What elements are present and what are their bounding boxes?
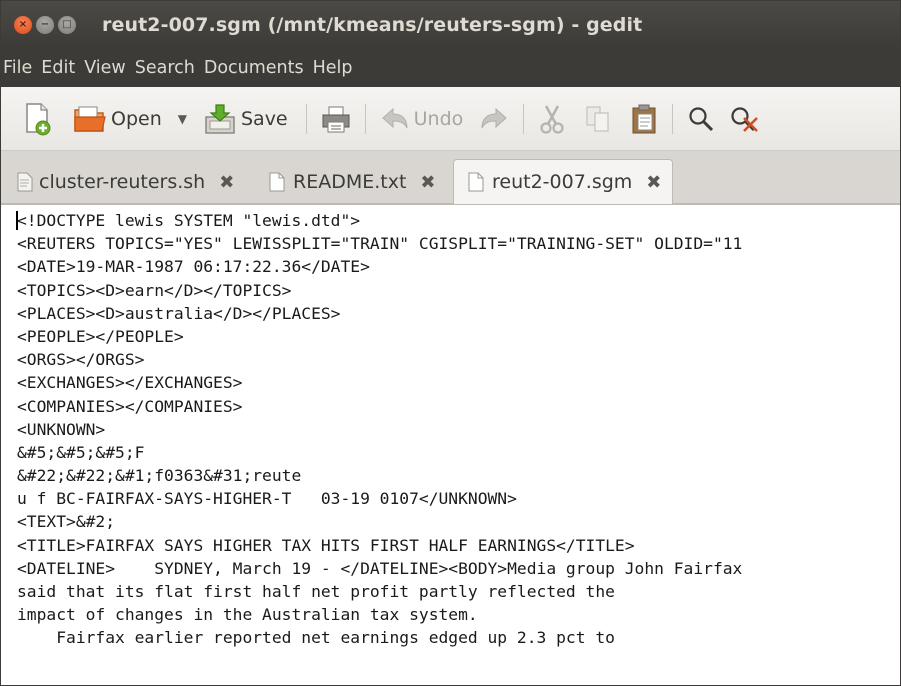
paste-button[interactable] — [630, 97, 658, 141]
menu-file[interactable]: File — [3, 58, 32, 78]
undo-button[interactable]: Undo — [380, 97, 464, 141]
window-title: reut2-007.sgm (/mnt/kmeans/reuters-sgm) … — [102, 14, 643, 36]
search-button[interactable] — [687, 97, 715, 141]
save-icon — [205, 103, 235, 134]
editor-line: <DATE>19-MAR-1987 06:17:22.36</DATE> — [17, 257, 370, 277]
editor-line: <REUTERS TOPICS="YES" LEWISSPLIT="TRAIN"… — [17, 234, 743, 254]
menu-view[interactable]: View — [84, 58, 126, 78]
tab-bar: cluster-reuters.sh ✖ README.txt ✖ reut2-… — [1, 151, 900, 204]
toolbar-separator — [364, 103, 366, 134]
editor-line: &#5;&#5;&#5;F — [17, 442, 145, 462]
toolbar: Open ▼ Save Undo — [1, 87, 900, 151]
text-editor[interactable]: <!DOCTYPE lewis SYSTEM "lewis.dtd"> <REU… — [1, 204, 900, 685]
search-icon — [689, 106, 714, 131]
editor-line: <EXCHANGES></EXCHANGES> — [17, 373, 243, 393]
title-bar[interactable]: × − □ reut2-007.sgm (/mnt/kmeans/reuters… — [1, 1, 900, 49]
replace-icon — [731, 106, 759, 132]
close-tab-icon[interactable]: ✖ — [646, 172, 661, 193]
maximize-window-icon[interactable]: □ — [58, 16, 76, 34]
editor-line: <UNKNOWN> — [17, 419, 106, 439]
editor-line: &#22;&#22;&#1;f0363&#31;reute — [17, 466, 302, 486]
copy-button[interactable] — [584, 97, 612, 141]
text-file-icon — [468, 172, 484, 192]
print-button[interactable] — [321, 97, 351, 141]
window-controls: × − □ — [14, 16, 80, 34]
menu-edit[interactable]: Edit — [41, 58, 75, 78]
undo-button-label: Undo — [413, 107, 464, 130]
editor-line: <ORGS></ORGS> — [17, 350, 145, 370]
copy-icon — [586, 106, 609, 131]
open-button[interactable]: Open — [73, 97, 162, 141]
editor-content: <!DOCTYPE lewis SYSTEM "lewis.dtd"> <REU… — [1, 205, 900, 650]
editor-line: <PEOPLE></PEOPLE> — [17, 326, 184, 346]
tab-label: cluster-reuters.sh — [39, 171, 206, 193]
save-button-label: Save — [240, 107, 288, 130]
print-icon — [322, 106, 350, 132]
close-tab-icon[interactable]: ✖ — [219, 172, 234, 193]
menu-help[interactable]: Help — [313, 58, 353, 78]
replace-button[interactable] — [729, 97, 759, 141]
paste-icon — [632, 104, 656, 133]
dropdown-arrow-icon: ▼ — [177, 111, 187, 126]
redo-icon — [481, 107, 508, 128]
toolbar-separator — [672, 103, 674, 134]
editor-line: Fairfax earlier reported net earnings ed… — [17, 628, 615, 648]
editor-line: <TEXT>&#2; — [17, 512, 116, 532]
open-button-label: Open — [111, 107, 162, 130]
open-folder-icon — [74, 106, 106, 132]
menu-bar: File Edit View Search Documents Help — [1, 49, 900, 87]
editor-line: <!DOCTYPE lewis SYSTEM "lewis.dtd"> — [17, 211, 361, 230]
toolbar-separator — [523, 103, 525, 134]
editor-line: impact of changes in the Australian tax … — [17, 605, 478, 625]
save-button[interactable]: Save — [203, 97, 288, 141]
close-window-icon[interactable]: × — [14, 16, 32, 34]
tab-readme[interactable]: README.txt ✖ — [255, 160, 451, 204]
tab-reut2-007[interactable]: reut2-007.sgm ✖ — [453, 159, 673, 204]
editor-line: <TOPICS><D>earn</D></TOPICS> — [17, 280, 292, 300]
open-dropdown-button[interactable]: ▼ — [178, 97, 187, 141]
editor-line: <DATELINE> SYDNEY, March 19 - </DATELINE… — [17, 558, 743, 578]
editor-line: <COMPANIES></COMPANIES> — [17, 396, 243, 416]
text-file-icon — [269, 172, 285, 192]
new-document-icon — [26, 102, 51, 135]
tab-label: README.txt — [293, 171, 407, 193]
redo-button[interactable] — [479, 97, 509, 141]
editor-line: <TITLE>FAIRFAX SAYS HIGHER TAX HITS FIRS… — [17, 535, 635, 555]
editor-line: said that its flat first half net profit… — [17, 582, 615, 601]
menu-documents[interactable]: Documents — [204, 58, 304, 78]
tab-cluster-reuters[interactable]: cluster-reuters.sh ✖ — [3, 160, 255, 204]
editor-line: <PLACES><D>australia</D></PLACES> — [17, 303, 341, 323]
close-tab-icon[interactable]: ✖ — [420, 172, 435, 193]
text-cursor — [16, 211, 18, 230]
editor-line: u f BC-FAIRFAX-SAYS-HIGHER-T 03-19 0107<… — [17, 489, 517, 509]
new-button[interactable] — [23, 97, 53, 141]
gedit-window: × − □ reut2-007.sgm (/mnt/kmeans/reuters… — [0, 0, 901, 686]
minimize-window-icon[interactable]: − — [36, 16, 54, 34]
tab-label: reut2-007.sgm — [492, 171, 633, 193]
cut-icon — [540, 104, 564, 134]
cut-button[interactable] — [538, 97, 566, 141]
toolbar-separator — [305, 103, 307, 134]
undo-icon — [381, 107, 408, 128]
menu-search[interactable]: Search — [135, 58, 195, 78]
script-file-icon — [17, 172, 33, 192]
